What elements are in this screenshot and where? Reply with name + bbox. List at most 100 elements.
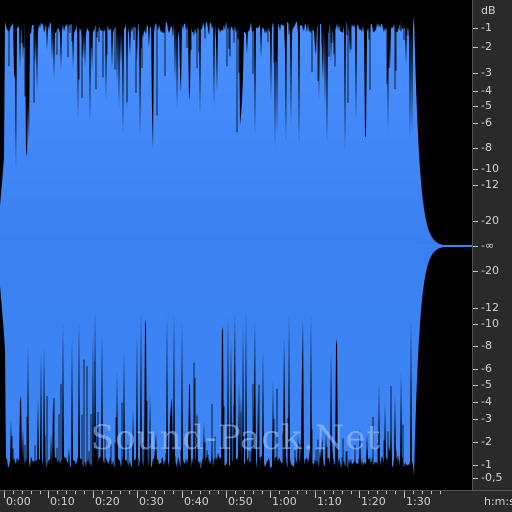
time-minor-tick xyxy=(84,491,85,494)
db-tick-label: -2 xyxy=(481,40,492,53)
db-tick xyxy=(473,91,478,92)
time-minor-tick xyxy=(75,491,76,494)
db-tick-label: -10 xyxy=(481,162,499,175)
time-minor-tick xyxy=(66,491,67,494)
time-minor-tick xyxy=(244,491,245,494)
time-tick xyxy=(48,491,49,498)
db-tick xyxy=(473,478,478,479)
db-tick-label: -12 xyxy=(481,301,499,314)
time-tick-label: 0:20 xyxy=(95,495,120,508)
time-minor-tick xyxy=(209,491,210,494)
time-minor-tick xyxy=(111,491,112,494)
time-minor-tick xyxy=(253,491,254,494)
db-tick-label: -12 xyxy=(481,178,499,191)
db-tick-label: -∞ xyxy=(481,239,495,252)
db-tick-label: -6 xyxy=(481,116,492,129)
time-minor-tick xyxy=(40,491,41,494)
db-tick xyxy=(473,324,478,325)
db-tick xyxy=(473,442,478,443)
db-tick xyxy=(473,73,478,74)
time-minor-tick xyxy=(200,491,201,494)
db-tick xyxy=(473,369,478,370)
db-tick xyxy=(473,271,478,272)
time-minor-tick xyxy=(279,491,280,494)
db-tick-label: -3 xyxy=(481,412,492,425)
time-tick xyxy=(315,491,316,498)
time-minor-tick xyxy=(297,491,298,494)
time-tick xyxy=(404,491,405,498)
time-minor-tick xyxy=(342,491,343,494)
time-tick-label: 1:20 xyxy=(361,495,386,508)
time-tick xyxy=(226,491,227,498)
db-tick xyxy=(473,185,478,186)
time-minor-tick xyxy=(22,491,23,494)
db-tick-label: -2 xyxy=(481,435,492,448)
db-tick-label: -5 xyxy=(481,378,492,391)
db-tick xyxy=(473,308,478,309)
time-minor-tick xyxy=(431,491,432,494)
db-tick-label: -4 xyxy=(481,395,492,408)
db-tick xyxy=(473,465,478,466)
time-minor-tick xyxy=(262,491,263,494)
time-tick-label: 0:30 xyxy=(139,495,164,508)
db-tick-label: -5 xyxy=(481,99,492,112)
waveform-view[interactable] xyxy=(0,0,472,490)
time-minor-tick xyxy=(306,491,307,494)
db-tick xyxy=(473,47,478,48)
db-tick-label: -20 xyxy=(481,214,499,227)
time-tick xyxy=(359,491,360,498)
time-tick-label: 1:10 xyxy=(317,495,342,508)
time-minor-tick xyxy=(368,491,369,494)
time-minor-tick xyxy=(351,491,352,494)
time-tick xyxy=(137,491,138,498)
time-tick xyxy=(270,491,271,498)
db-tick-label: -6 xyxy=(481,362,492,375)
time-tick-label: 0:00 xyxy=(6,495,31,508)
time-tick xyxy=(93,491,94,498)
db-tick xyxy=(473,419,478,420)
db-tick xyxy=(473,346,478,347)
time-minor-tick xyxy=(173,491,174,494)
db-tick-label: -1 xyxy=(481,21,492,34)
db-tick-label: -3 xyxy=(481,66,492,79)
time-minor-tick xyxy=(395,491,396,494)
time-minor-tick xyxy=(129,491,130,494)
time-tick-label: 0:10 xyxy=(50,495,75,508)
db-tick-label: -8 xyxy=(481,339,492,352)
db-tick xyxy=(473,385,478,386)
time-minor-tick xyxy=(422,491,423,494)
db-tick xyxy=(473,106,478,107)
db-tick-label: -20 xyxy=(481,264,499,277)
time-minor-tick xyxy=(288,491,289,494)
time-minor-tick xyxy=(164,491,165,494)
db-tick-label: -8 xyxy=(481,141,492,154)
time-minor-tick xyxy=(413,491,414,494)
time-minor-tick xyxy=(191,491,192,494)
time-minor-tick xyxy=(31,491,32,494)
time-tick-label: 1:00 xyxy=(272,495,297,508)
time-tick-label: 0:40 xyxy=(184,495,209,508)
db-tick xyxy=(473,169,478,170)
db-tick xyxy=(473,148,478,149)
db-tick-label: -10 xyxy=(481,317,499,330)
time-minor-tick xyxy=(377,491,378,494)
waveform-display[interactable] xyxy=(0,0,472,490)
time-minor-tick xyxy=(13,491,14,494)
db-tick-label: -0,5 xyxy=(481,471,503,484)
db-tick xyxy=(473,123,478,124)
time-ruler: h:m:s 0:00 0:10 0:20 0:30 0:40 0:50 1:00 1:10 1:… xyxy=(0,490,512,512)
time-tick-label: 0:50 xyxy=(228,495,253,508)
db-tick xyxy=(473,402,478,403)
waveform-envelope xyxy=(0,16,472,476)
time-minor-tick xyxy=(146,491,147,494)
time-minor-tick xyxy=(386,491,387,494)
time-minor-tick xyxy=(155,491,156,494)
time-unit-label: h:m:s xyxy=(484,495,512,508)
time-minor-tick xyxy=(324,491,325,494)
db-tick xyxy=(473,28,478,29)
db-unit-label: dB xyxy=(481,4,496,17)
db-tick-label: -4 xyxy=(481,84,492,97)
time-tick xyxy=(182,491,183,498)
time-minor-tick xyxy=(333,491,334,494)
db-tick-label: -1 xyxy=(481,458,492,471)
